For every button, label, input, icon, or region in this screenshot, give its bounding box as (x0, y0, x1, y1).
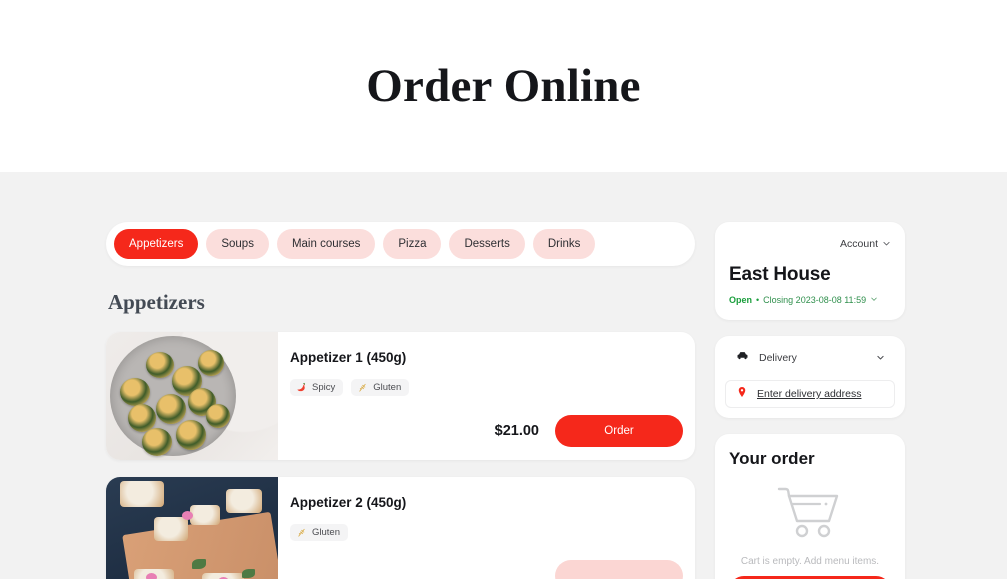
tag-label: Spicy (312, 382, 336, 393)
menu-item-name: Appetizer 2 (450g) (290, 495, 407, 510)
menu-column: Appetizers Soups Main courses Pizza Dess… (106, 222, 695, 579)
delivery-card: Delivery Enter delivery address (715, 336, 905, 418)
menu-item-tags: Gluten (290, 524, 681, 541)
wheat-icon (357, 382, 368, 393)
chevron-down-icon (882, 235, 891, 253)
category-tab-desserts[interactable]: Desserts (449, 229, 525, 259)
page-root: Order Online Appetizers Soups Main cours… (0, 0, 1007, 579)
tag-gluten: Gluten (290, 524, 348, 541)
chevron-down-icon (870, 295, 878, 305)
delivery-mode-select[interactable]: Delivery (725, 344, 895, 372)
account-label: Account (840, 238, 878, 250)
menu-item-price: $21.00 (494, 423, 539, 439)
order-button[interactable]: Order (555, 415, 683, 447)
menu-item-details: Appetizer 2 (450g) Gluten (278, 477, 695, 579)
status-badge: Open (729, 295, 753, 305)
wheat-icon (296, 527, 307, 538)
section-heading: Appetizers (108, 290, 205, 314)
category-tab-soups[interactable]: Soups (206, 229, 269, 259)
delivery-address-label: Enter delivery address (757, 388, 862, 400)
restaurant-status[interactable]: Open • Closing 2023-08-08 11:59 (729, 295, 891, 305)
empty-cart-illustration (729, 483, 891, 546)
sidebar-column: Account East House Open • Closing 2023-0… (715, 222, 905, 579)
restaurant-name: East House (729, 264, 831, 285)
menu-item-tags: Spicy Gluten (290, 379, 681, 396)
menu-item-price-row (539, 560, 683, 579)
menu-item-card[interactable]: Appetizer 2 (450g) Gluten (106, 477, 695, 579)
category-tab-main-courses[interactable]: Main courses (276, 229, 376, 259)
tag-gluten: Gluten (351, 379, 410, 396)
menu-item-card[interactable]: Appetizer 1 (450g) Spicy Gluten $21.00 O… (106, 332, 695, 460)
category-tab-pizza[interactable]: Pizza (383, 229, 442, 259)
menu-item-details: Appetizer 1 (450g) Spicy Gluten $21.00 O… (278, 332, 695, 460)
map-pin-icon (736, 385, 748, 404)
your-order-card: Your order Cart is empty. Add menu items… (715, 434, 905, 579)
menu-item-image (106, 332, 278, 460)
car-icon (735, 348, 750, 368)
status-separator: • (756, 295, 760, 305)
category-tab-drinks[interactable]: Drinks (532, 229, 596, 259)
your-order-title: Your order (729, 449, 815, 468)
delivery-mode-label: Delivery (759, 352, 797, 364)
content-area: Appetizers Soups Main courses Pizza Dess… (0, 172, 1007, 579)
cart-empty-message: Cart is empty. Add menu items. (740, 556, 880, 567)
account-menu[interactable]: Account (729, 235, 891, 253)
closing-time: Closing 2023-08-08 11:59 (763, 295, 867, 305)
order-button[interactable] (555, 560, 683, 579)
page-title: Order Online (366, 60, 641, 112)
menu-item-price-row: $21.00 Order (495, 415, 683, 447)
menu-item-image (106, 477, 278, 579)
tag-spicy: Spicy (290, 379, 344, 396)
restaurant-card: Account East House Open • Closing 2023-0… (715, 222, 905, 320)
shopping-cart-icon (775, 483, 845, 546)
category-tab-appetizers[interactable]: Appetizers (114, 229, 199, 259)
page-header: Order Online (0, 0, 1007, 172)
menu-item-name: Appetizer 1 (450g) (290, 350, 407, 365)
chevron-down-icon (876, 349, 885, 367)
category-tab-bar: Appetizers Soups Main courses Pizza Dess… (106, 222, 695, 266)
tag-label: Gluten (373, 382, 402, 393)
tag-label: Gluten (312, 527, 340, 538)
chili-pepper-icon (296, 382, 307, 393)
delivery-address-field[interactable]: Enter delivery address (725, 380, 895, 408)
